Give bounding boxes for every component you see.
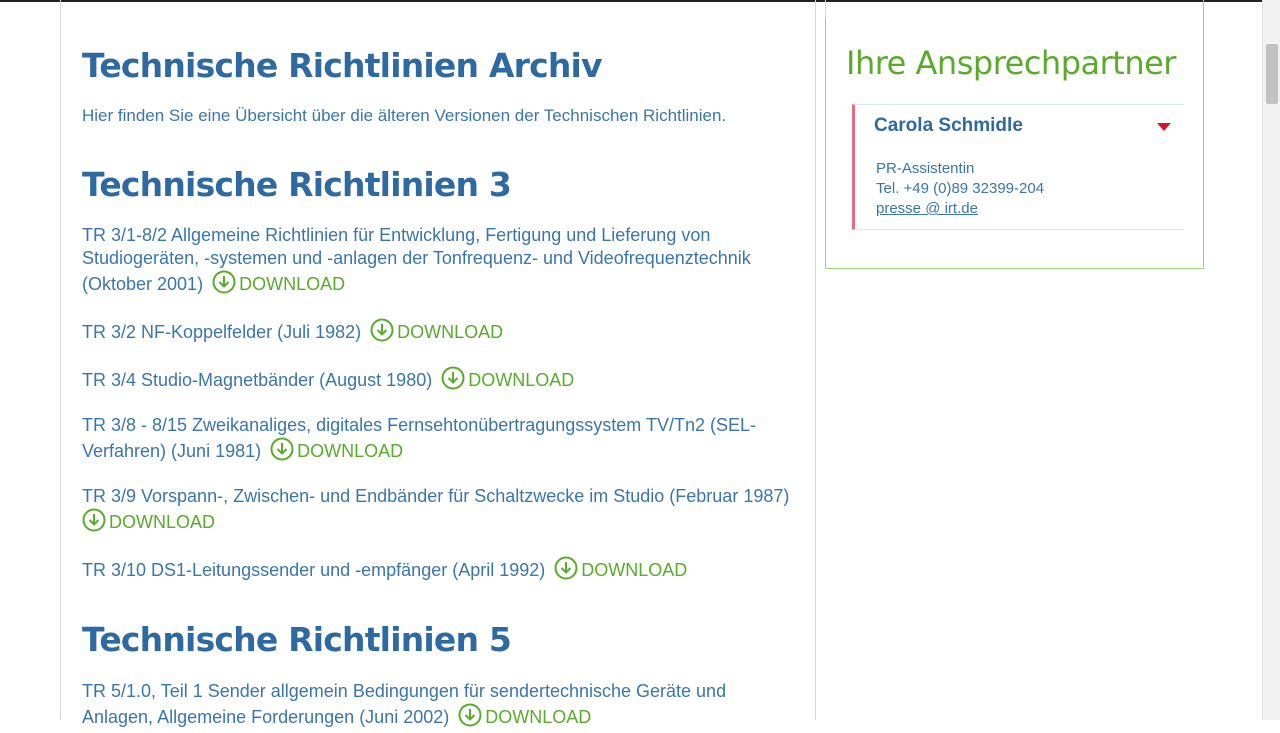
contact-name[interactable]: Carola Schmidle xyxy=(874,115,1023,137)
intro-text: Hier finden Sie eine Übersicht über die … xyxy=(82,106,727,125)
download-link[interactable]: DOWNLOAD xyxy=(437,366,575,390)
entry-text: TR 3/2 NF-Koppelfelder (Juli 1982) xyxy=(82,322,362,342)
entry-text: TR 3/4 Studio-Magnetbänder (August 1980) xyxy=(82,370,433,390)
download-label: DOWNLOAD xyxy=(485,707,592,727)
contact-phone: Tel. +49 (0)89 32399-204 xyxy=(876,180,1045,197)
download-label: DOWNLOAD xyxy=(581,560,688,580)
contact-sidebar: Ihre Ansprechpartner Carola Schmidle PR-… xyxy=(825,0,1204,269)
download-link[interactable]: DOWNLOAD xyxy=(208,270,346,294)
entry-text: TR 3/9 Vorspann-, Zwischen- und Endbände… xyxy=(82,486,790,506)
section-title-tr5: Technische Richtlinien 5 xyxy=(82,620,512,659)
download-link[interactable]: DOWNLOAD xyxy=(454,703,592,727)
section-title-tr3: Technische Richtlinien 3 xyxy=(82,165,512,204)
contact-role: PR-Assistentin xyxy=(876,160,975,177)
vertical-scrollbar[interactable] xyxy=(1262,0,1280,720)
download-label: DOWNLOAD xyxy=(297,441,404,461)
download-icon xyxy=(554,556,578,586)
download-icon xyxy=(441,366,465,396)
list-item-tr5-1: TR 5/1.0, Teil 1 Sender allgemein Beding… xyxy=(82,680,792,733)
sidebar-title: Ihre Ansprechpartner xyxy=(846,44,1176,82)
main-content-column: Technische Richtlinien Archiv Hier finde… xyxy=(60,0,816,727)
download-link[interactable]: DOWNLOAD xyxy=(82,508,216,532)
entry-text: TR 5/1.0, Teil 1 Sender allgemein Beding… xyxy=(82,681,727,727)
download-icon xyxy=(212,270,236,300)
download-icon xyxy=(270,437,294,467)
download-icon xyxy=(370,318,394,348)
download-link[interactable]: DOWNLOAD xyxy=(366,318,504,342)
download-icon xyxy=(458,703,482,733)
entry-text: TR 3/1-8/2 Allgemeine Richtlinien für En… xyxy=(82,225,751,294)
divider xyxy=(825,0,826,18)
list-item-tr3-1: TR 3/1-8/2 Allgemeine Richtlinien für En… xyxy=(82,224,792,300)
download-label: DOWNLOAD xyxy=(397,322,504,342)
list-item-tr3-4: TR 3/4 Studio-Magnetbänder (August 1980)… xyxy=(82,366,792,396)
download-link[interactable]: DOWNLOAD xyxy=(550,556,688,580)
contact-email-link[interactable]: presse @ irt.de xyxy=(876,200,978,217)
download-icon xyxy=(82,508,106,538)
page-title: Technische Richtlinien Archiv xyxy=(82,46,603,85)
entry-text: TR 3/8 - 8/15 Zweikanaliges, digitales F… xyxy=(82,415,756,461)
download-label: DOWNLOAD xyxy=(239,274,346,294)
entry-text: TR 3/10 DS1-Leitungssender und -empfänge… xyxy=(82,560,546,580)
list-item-tr3-8: TR 3/8 - 8/15 Zweikanaliges, digitales F… xyxy=(82,414,792,467)
list-item-tr3-10: TR 3/10 DS1-Leitungssender und -empfänge… xyxy=(82,556,792,586)
contact-card: Carola Schmidle PR-Assistentin Tel. +49 … xyxy=(852,104,1184,230)
download-label: DOWNLOAD xyxy=(109,512,216,532)
contact-details: PR-Assistentin Tel. +49 (0)89 32399-204 … xyxy=(876,159,1044,219)
download-label: DOWNLOAD xyxy=(468,370,575,390)
list-item-tr3-2: TR 3/2 NF-Koppelfelder (Juli 1982) DOWNL… xyxy=(82,318,792,348)
triangle-down-icon[interactable] xyxy=(1156,119,1172,131)
download-link[interactable]: DOWNLOAD xyxy=(266,437,404,461)
list-item-tr3-9: TR 3/9 Vorspann-, Zwischen- und Endbände… xyxy=(82,485,792,538)
scrollbar-thumb[interactable] xyxy=(1266,44,1278,104)
